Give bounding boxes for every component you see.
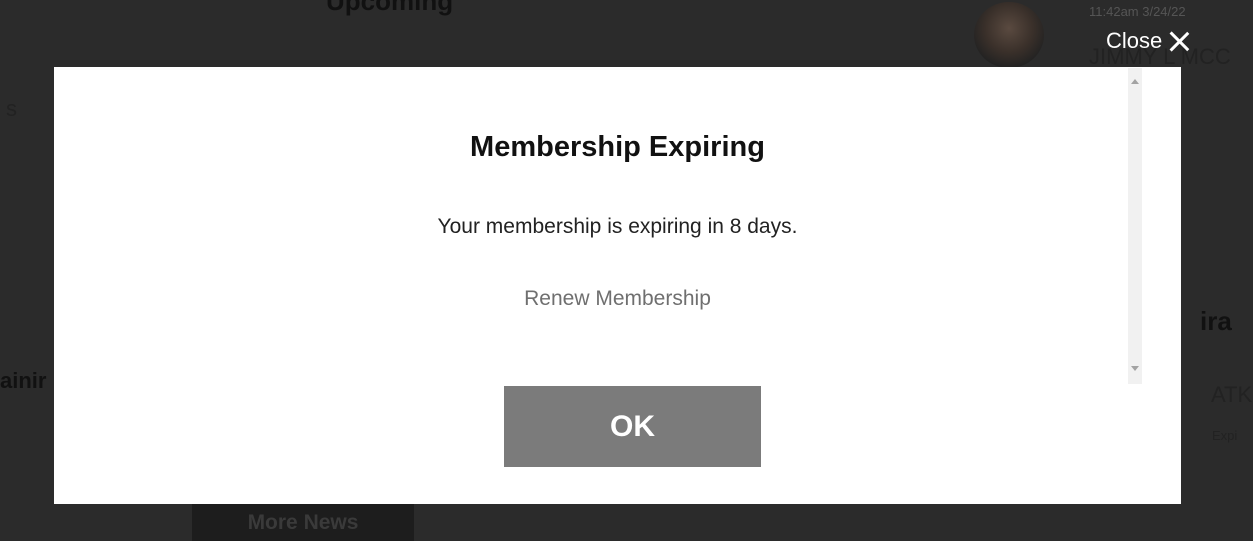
modal-message: Your membership is expiring in 8 days.	[437, 215, 798, 238]
ok-button[interactable]: OK	[504, 386, 761, 467]
more-news-button[interactable]: More News	[192, 504, 414, 541]
right-fragment-3: Expi	[1212, 428, 1238, 443]
left-fragment-1: s	[6, 96, 17, 121]
upcoming-heading: Upcoming	[326, 0, 454, 16]
right-fragment-2: ATKI	[1211, 382, 1253, 407]
right-fragment-1: ira	[1200, 306, 1232, 336]
modal-title: Membership Expiring	[470, 131, 765, 163]
scroll-down-arrow-icon[interactable]	[1131, 366, 1139, 371]
modal-scrollbar[interactable]	[1128, 68, 1142, 384]
post-timestamp: 11:42am 3/24/22	[1089, 4, 1186, 19]
renew-membership-link[interactable]: Renew Membership	[54, 287, 1181, 311]
scroll-up-arrow-icon[interactable]	[1131, 79, 1139, 84]
modal-content: Membership Expiring Your membership is e…	[54, 67, 1181, 387]
close-label: Close	[1106, 28, 1163, 53]
close-icon	[1168, 30, 1190, 52]
author-avatar	[974, 2, 1044, 68]
membership-modal: Membership Expiring Your membership is e…	[54, 67, 1181, 504]
close-button[interactable]: Close	[1106, 24, 1190, 58]
left-fragment-2: ainir	[0, 368, 47, 393]
